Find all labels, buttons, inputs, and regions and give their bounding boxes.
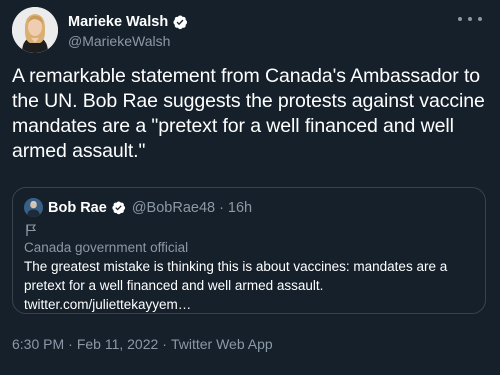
flag-icon [24, 223, 38, 237]
more-dot [458, 17, 462, 21]
quoted-display-name[interactable]: Bob Rae [48, 200, 107, 216]
verified-badge-icon [172, 14, 188, 30]
author-handle[interactable]: @MariekeWalsh [68, 33, 170, 49]
verified-badge-icon [111, 200, 126, 215]
meta-separator: · [162, 336, 167, 352]
more-dot [478, 17, 482, 21]
quoted-tweet[interactable]: Bob Rae @BobRae48 · 16h Canada governmen… [12, 187, 486, 314]
quoted-header: Bob Rae @BobRae48 · 16h [48, 198, 252, 217]
quoted-body-text: The greatest mistake is thinking this is… [24, 257, 479, 314]
government-label[interactable]: Canada government official [24, 240, 188, 255]
more-horizontal-icon[interactable] [458, 12, 482, 26]
quoted-avatar-image [24, 198, 43, 217]
quoted-link[interactable]: twitter.com/juliettekayyem… [24, 297, 191, 312]
author-avatar[interactable] [12, 7, 58, 53]
author-name-row: Marieke Walsh [68, 13, 188, 31]
meta-separator: · [68, 336, 73, 352]
author-display-name[interactable]: Marieke Walsh [68, 14, 168, 30]
quoted-separator: · [219, 199, 224, 216]
quoted-handle[interactable]: @BobRae48 [132, 200, 215, 216]
tweet-card: Marieke Walsh @MariekeWalsh A remarkable… [0, 0, 500, 375]
tweet-source[interactable]: Twitter Web App [171, 336, 273, 352]
more-dot [468, 17, 472, 21]
quoted-timestamp[interactable]: 16h [228, 200, 252, 216]
tweet-body-text: A remarkable statement from Canada's Amb… [12, 65, 485, 162]
tweet-date[interactable]: Feb 11, 2022 [77, 336, 158, 352]
quoted-author-avatar[interactable] [24, 198, 43, 217]
quoted-text: The greatest mistake is thinking this is… [24, 259, 448, 293]
tweet-meta: 6:30 PM · Feb 11, 2022 · Twitter Web App [12, 336, 273, 352]
author-avatar-image [12, 7, 58, 53]
tweet-time[interactable]: 6:30 PM [12, 336, 64, 352]
